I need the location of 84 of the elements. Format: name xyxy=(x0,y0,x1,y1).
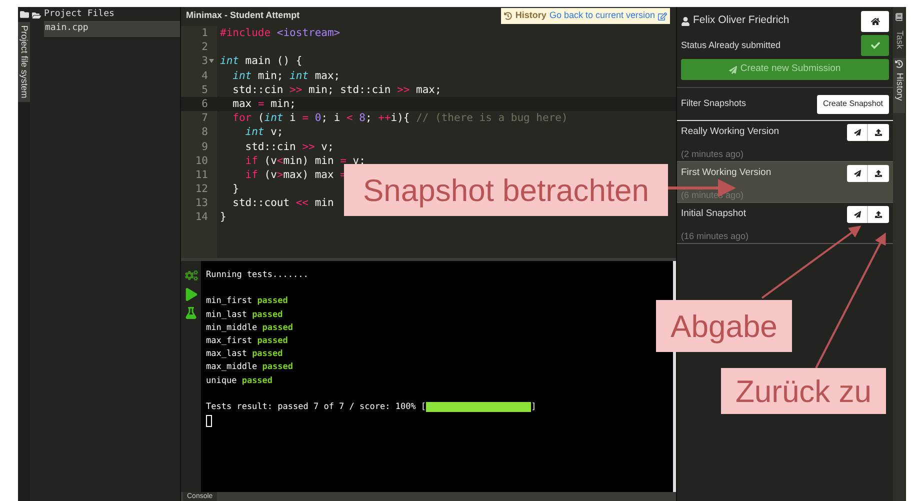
console-line: max_first passed xyxy=(206,336,288,346)
line-number: 11 xyxy=(194,168,209,182)
console-line: max_last passed xyxy=(206,349,283,360)
history-label: History xyxy=(515,9,546,22)
code-line: #include <iostream> xyxy=(220,27,340,39)
snapshot-time: (2 minutes ago) xyxy=(681,148,745,162)
book-icon xyxy=(895,13,903,21)
paper-plane-icon xyxy=(854,129,860,136)
history-icon xyxy=(895,60,903,68)
file-item[interactable]: main.cpp xyxy=(44,21,180,37)
user-icon xyxy=(681,16,690,26)
restore-snapshot-button[interactable] xyxy=(868,165,889,182)
snapshot-name: Initial Snapshot xyxy=(681,207,747,221)
upload-icon xyxy=(875,129,882,136)
submit-snapshot-button[interactable] xyxy=(847,124,868,141)
line-number: 2 xyxy=(200,40,209,54)
home-icon xyxy=(870,16,880,26)
check-icon xyxy=(870,41,880,50)
restore-snapshot-button[interactable] xyxy=(868,206,889,223)
upload-icon xyxy=(875,170,882,177)
editor-title: Minimax - Student Attempt xyxy=(186,9,300,22)
line-number: 1 xyxy=(200,26,209,40)
line-number: 8 xyxy=(200,125,209,140)
code-line: int min; int max; xyxy=(232,70,340,82)
paper-plane-icon xyxy=(729,66,738,74)
snapshot-name: Really Working Version xyxy=(681,125,780,139)
code-line: std::cout << min xyxy=(232,197,334,210)
user-name: Felix Oliver Friedrich xyxy=(693,13,790,28)
play-icon[interactable] xyxy=(184,288,198,301)
vertical-tab[interactable]: Task xyxy=(893,11,905,57)
console-line: min_last passed xyxy=(206,310,283,320)
line-number: 10 xyxy=(194,154,209,168)
paper-plane-icon xyxy=(854,211,860,218)
result-text: Tests result: passed 7 of 7 / score: 100% [ xyxy=(206,401,426,414)
line-number: 4 xyxy=(200,68,209,83)
code-line: } xyxy=(220,211,226,224)
result-bracket: ] xyxy=(531,401,536,414)
annotation-callout: Snapshot betrachten xyxy=(344,164,668,216)
code-line: std::cin >> v; xyxy=(244,140,334,152)
folder-icon[interactable] xyxy=(20,10,28,19)
console-line: min_first passed xyxy=(206,296,288,306)
snapshot-item[interactable]: Initial Snapshot (16 minutes ago) xyxy=(677,203,893,244)
create-snapshot-button[interactable]: Create Snapshot xyxy=(816,94,889,114)
line-number: 14 xyxy=(194,210,209,225)
home-button[interactable] xyxy=(861,10,889,32)
folder-label[interactable]: Project Files xyxy=(44,8,114,22)
line-number: 7 xyxy=(200,111,209,126)
console-line: unique passed xyxy=(206,376,273,386)
annotation-callout: Zurück zu xyxy=(721,368,886,414)
terminal-cursor xyxy=(206,415,212,428)
line-number: 12 xyxy=(194,182,209,196)
console-line: Running tests....... xyxy=(206,270,308,280)
history-icon xyxy=(504,12,512,20)
snapshot-name: First Working Version xyxy=(681,166,772,180)
code-line: std::cin >> min; std::cin >> max; xyxy=(232,84,442,96)
vertical-tab[interactable]: History xyxy=(893,58,905,113)
code-line: int v; xyxy=(244,126,284,138)
code-line: } xyxy=(232,183,239,196)
submit-snapshot-button[interactable] xyxy=(847,206,868,223)
line-number: 5 xyxy=(200,82,209,97)
annotation-callout: Abgabe xyxy=(656,300,792,352)
line-number: 13 xyxy=(194,196,209,210)
console-line: min_middle passed xyxy=(206,322,294,333)
edit-icon[interactable] xyxy=(658,12,667,20)
line-number: 9 xyxy=(200,140,209,154)
flask-icon[interactable] xyxy=(185,307,197,319)
upload-icon xyxy=(875,211,882,218)
code-line: for (int i = 0; i < 8; ++i){ // (there is a bug here) xyxy=(232,112,568,124)
code-line: max = min; xyxy=(232,98,296,110)
submit-snapshot-button[interactable] xyxy=(847,165,868,182)
folder-icon xyxy=(32,10,41,20)
filter-snapshots-label[interactable]: Filter Snapshots xyxy=(681,97,746,111)
code-line: int main () { xyxy=(220,55,302,68)
restore-snapshot-button[interactable] xyxy=(868,124,889,141)
status-label: Status Already submitted xyxy=(681,38,781,52)
line-number: 6 xyxy=(181,96,217,112)
gears-icon[interactable] xyxy=(184,269,198,282)
line-number: 3 xyxy=(181,54,217,69)
vertical-tab[interactable]: Project file system xyxy=(18,22,30,102)
back-to-current-link[interactable]: Go back to current version xyxy=(549,9,655,23)
console-line: max_middle passed xyxy=(206,362,294,372)
fold-arrow-icon[interactable] xyxy=(209,59,214,64)
snapshot-time: (16 minutes ago) xyxy=(681,230,749,244)
paper-plane-icon xyxy=(854,170,860,177)
